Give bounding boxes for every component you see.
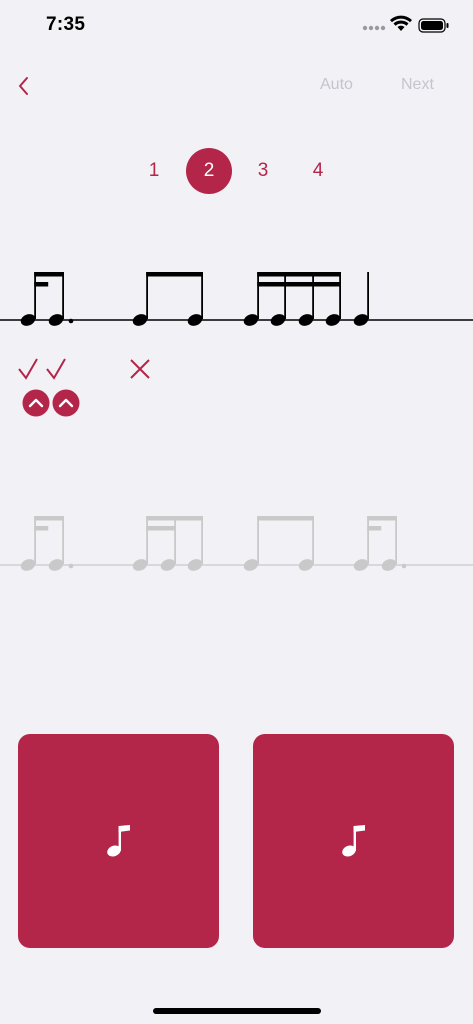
chevron-left-icon xyxy=(19,77,28,95)
page-3-button[interactable]: 3 xyxy=(240,148,286,194)
wifi-icon xyxy=(390,15,412,31)
page-1-button[interactable]: 1 xyxy=(131,148,177,194)
expand-up-button[interactable] xyxy=(52,389,80,417)
note-group-sixteenth-dotted-eighth xyxy=(20,516,74,571)
chevron-up-icon xyxy=(52,389,80,417)
page-4-button[interactable]: 4 xyxy=(295,148,341,194)
back-button[interactable] xyxy=(12,72,38,100)
reference-staff xyxy=(0,508,473,578)
next-button[interactable]: Next xyxy=(401,76,434,94)
correct-check-icon xyxy=(16,356,40,382)
play-answer-a-button[interactable] xyxy=(18,734,219,948)
status-time: 7:35 xyxy=(46,14,86,35)
expand-up-button[interactable] xyxy=(22,389,50,417)
home-indicator[interactable] xyxy=(153,1008,321,1014)
answer-staff xyxy=(0,262,473,332)
page-2-button[interactable]: 2 xyxy=(186,148,232,194)
auto-button[interactable]: Auto xyxy=(320,76,353,94)
note-quarter xyxy=(353,272,369,326)
music-note-icon xyxy=(342,825,365,857)
status-indicators xyxy=(361,14,451,38)
play-answer-b-button[interactable] xyxy=(253,734,454,948)
note-group-two-eighths xyxy=(243,516,314,571)
correct-check-icon xyxy=(44,356,68,382)
note-group-sixteenth-dotted-eighth xyxy=(353,516,407,571)
note-group-two-sixteenths-eighth xyxy=(132,516,203,571)
cellular-signal-icon xyxy=(362,25,386,31)
incorrect-cross-icon xyxy=(128,357,152,381)
battery-icon xyxy=(418,18,449,33)
music-note-icon xyxy=(107,825,130,857)
chevron-up-icon xyxy=(22,389,50,417)
